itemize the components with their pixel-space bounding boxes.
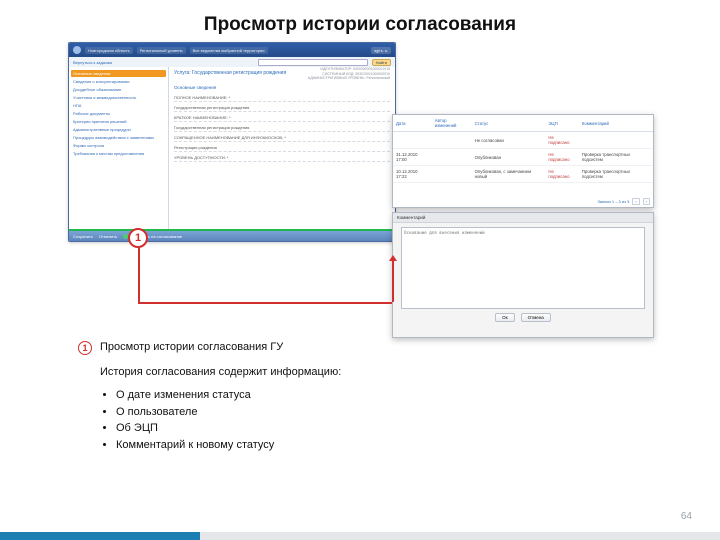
sidebar-item[interactable]: Процедуры взаимодействия с заявителями — [71, 134, 166, 141]
search-input[interactable] — [258, 59, 368, 66]
crumb-scope[interactable]: Все ведомства выбранной территории — [190, 47, 268, 54]
sidebar-item[interactable]: Досудебное обжалование — [71, 86, 166, 93]
stage: Новгородская область Региональный уровен… — [0, 42, 720, 342]
col-author: Автор изменений — [432, 115, 472, 132]
table-row[interactable]: Не согласованНе подписано — [393, 132, 653, 149]
sidebar-item[interactable]: Административные процедуры — [71, 126, 166, 133]
col-comment: Комментарий — [579, 115, 653, 132]
list-item: Комментарий к новому статусу — [116, 438, 420, 453]
explain-lead: Просмотр истории согласования ГУ — [100, 341, 283, 353]
field-label: УРОВЕНЬ ДОСТУПНОСТИ: * — [174, 154, 390, 162]
page-number: 64 — [681, 511, 692, 522]
sidebar-item[interactable]: Критерии принятия решений — [71, 118, 166, 125]
action-bar: Сохранить Отменить Отправить на согласов… — [69, 229, 395, 241]
col-date: Дата — [393, 115, 432, 132]
field-label: ПОЛНОЕ НАИМЕНОВАНИЕ: * — [174, 94, 390, 102]
sidebar-item[interactable]: Требования к местам предоставления — [71, 150, 166, 157]
app-titlebar: Новгородская область Региональный уровен… — [69, 43, 395, 57]
explain-list: О дате изменения статуса О пользователе … — [100, 388, 420, 453]
field-label: КРАТКОЕ НАИМЕНОВАНИЕ: * — [174, 114, 390, 122]
ok-button[interactable]: Ок — [495, 313, 514, 322]
pager: Записи 1 – 3 из 3 ‹ › — [598, 198, 651, 205]
section-title: Основные сведения — [174, 85, 390, 90]
content-pane: Услуга: Государственная регистрация рожд… — [169, 67, 395, 231]
callout-connector — [392, 260, 394, 302]
comment-dialog: Комментарий Ок Отмена — [392, 212, 654, 338]
footer-bar — [200, 532, 720, 540]
explain-intro: История согласования содержит информацию… — [100, 365, 420, 380]
pager-info: Записи 1 – 3 из 3 — [598, 199, 630, 204]
sidebar-item[interactable]: Сведения о консультировании — [71, 78, 166, 85]
sidebar-item[interactable]: Основные сведения — [71, 70, 166, 77]
sidebar-item[interactable]: Рабочие документы — [71, 110, 166, 117]
arrow-icon — [389, 255, 397, 261]
app-main-window: Новгородская область Региональный уровен… — [68, 42, 396, 242]
cancel-button[interactable]: Отмена — [521, 313, 551, 322]
cancel-button[interactable]: Отменить — [99, 234, 117, 239]
user-chip[interactable]: sgf s. s. — [371, 47, 391, 54]
history-table: Дата Автор изменений Статус ЭЦП Коммента… — [393, 115, 653, 183]
pager-next[interactable]: › — [643, 198, 650, 205]
logo-icon — [73, 46, 81, 54]
callout-badge-1: 1 — [128, 228, 148, 248]
comment-textarea[interactable] — [401, 227, 645, 309]
explanation-block: 1 Просмотр истории согласования ГУ Истор… — [100, 340, 420, 455]
meta-block: ИДЕНТИФИКАТОР: 5300000001000001915 СИСТЕ… — [174, 67, 390, 81]
crumb-level[interactable]: Региональный уровень — [137, 47, 186, 54]
crumb-region[interactable]: Новгородская область — [85, 47, 133, 54]
table-row[interactable]: 10.12.2010 17:22 Опубликован, с замечани… — [393, 166, 653, 183]
back-link[interactable]: Вернуться к задачам — [73, 60, 112, 65]
callout-connector — [138, 302, 392, 304]
dialog-title: Комментарий — [393, 213, 653, 223]
search-button[interactable]: Найти — [372, 59, 391, 66]
list-item: О пользователе — [116, 405, 420, 420]
save-button[interactable]: Сохранить — [73, 234, 93, 239]
app-toolbar: Вернуться к задачам Найти — [69, 57, 395, 67]
callout-connector — [138, 248, 140, 302]
col-status: Статус — [472, 115, 546, 132]
slide-title: Просмотр истории согласования — [0, 0, 720, 42]
table-row[interactable]: 31.12.2010 17:00 ОпубликованНе подписано… — [393, 149, 653, 166]
field-value: Регистрация рождения — [174, 144, 390, 152]
field-label: СОКРАЩЕННОЕ НАИМЕНОВАНИЕ ДЛЯ ИНФОКИОСКОВ… — [174, 134, 390, 142]
sidebar-item[interactable]: НПА — [71, 102, 166, 109]
field-value: Государственная регистрация рождения — [174, 124, 390, 132]
callout-badge-1-small: 1 — [78, 341, 92, 355]
list-item: Об ЭЦП — [116, 421, 420, 436]
sidebar-item[interactable]: Формы контроля — [71, 142, 166, 149]
pager-prev[interactable]: ‹ — [632, 198, 639, 205]
sidebar: Основные сведения Сведения о консультиро… — [69, 67, 169, 231]
footer-bar-accent — [0, 532, 200, 540]
sidebar-item[interactable]: Участники и межведомственность — [71, 94, 166, 101]
col-ecp: ЭЦП — [545, 115, 578, 132]
history-popup: Дата Автор изменений Статус ЭЦП Коммента… — [392, 114, 654, 208]
list-item: О дате изменения статуса — [116, 388, 420, 403]
field-value: Государственная регистрация рождения — [174, 104, 390, 112]
